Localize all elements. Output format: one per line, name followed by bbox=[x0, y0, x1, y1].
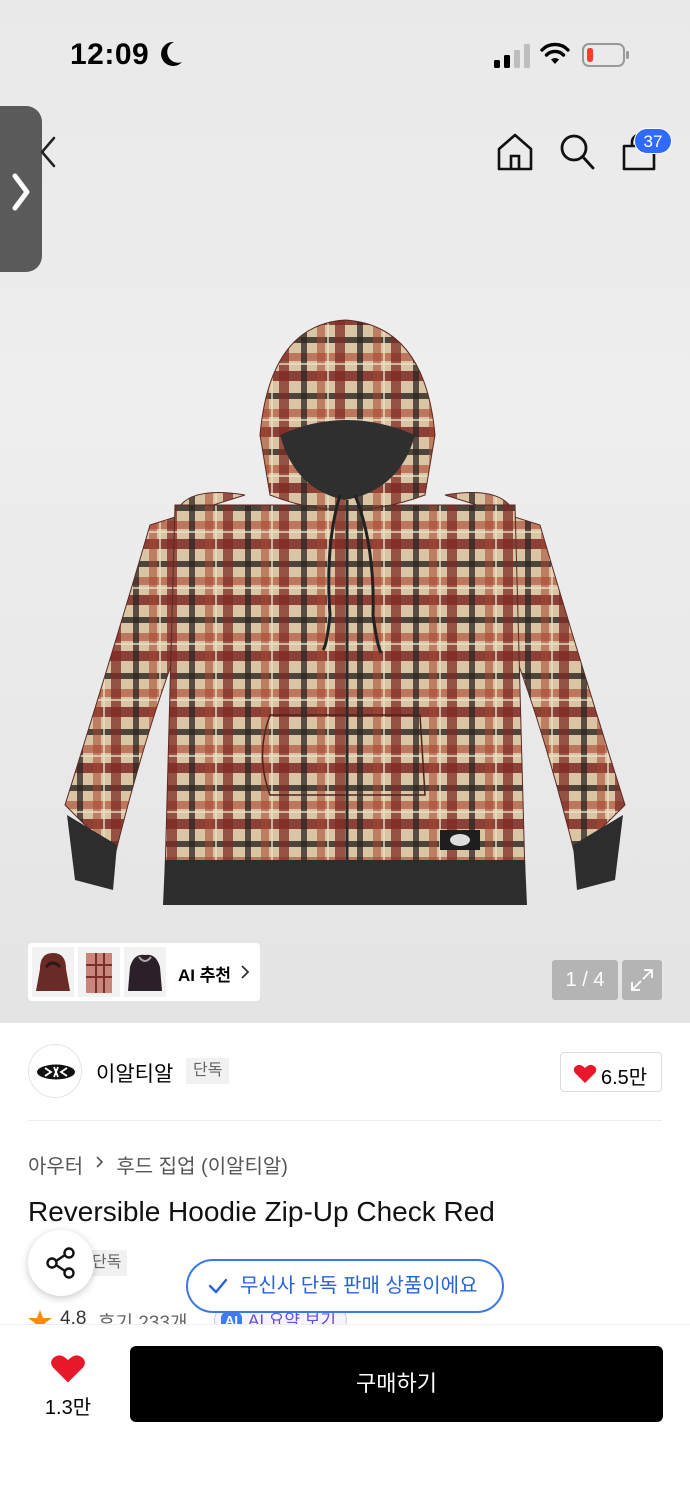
wishlist-count: 1.3만 bbox=[44, 1397, 92, 1419]
share-button[interactable] bbox=[28, 1230, 94, 1296]
product-title: Reversible Hoodie Zip-Up Check Red bbox=[28, 1196, 495, 1227]
ai-recommend-label: AI 추천 bbox=[178, 966, 232, 985]
moon-icon bbox=[161, 41, 182, 66]
heart-icon bbox=[51, 1355, 85, 1383]
ai-recommend-strip[interactable]: AI 추천 bbox=[28, 943, 260, 1001]
search-icon[interactable] bbox=[558, 132, 596, 172]
exclusive-badge: 단독 bbox=[186, 1058, 230, 1084]
back-chevron-icon[interactable] bbox=[36, 134, 60, 170]
expand-icon bbox=[631, 969, 653, 991]
battery-low-icon bbox=[582, 43, 629, 67]
product-gallery[interactable]: 12:09 37 AI 추천 1 / 4 bbox=[0, 0, 690, 1023]
divider bbox=[28, 1120, 662, 1121]
home-icon[interactable] bbox=[496, 132, 534, 172]
breadcrumb-item[interactable]: 후드 집업 (이알티알) bbox=[116, 1150, 288, 1179]
brand-logo-icon bbox=[37, 1064, 75, 1080]
top-nav: 37 bbox=[0, 120, 690, 190]
recommend-thumbnail[interactable] bbox=[78, 947, 120, 997]
toast-text: 무신사 단독 판매 상품이에요 bbox=[240, 1275, 478, 1297]
image-page-indicator: 1 / 4 bbox=[552, 960, 618, 1000]
breadcrumb-item[interactable]: 아우터 bbox=[28, 1150, 83, 1179]
cart-count-badge[interactable]: 37 bbox=[634, 128, 672, 154]
clock: 12:09 bbox=[70, 38, 150, 71]
product-image[interactable] bbox=[55, 315, 635, 910]
recommend-thumbnail[interactable] bbox=[124, 947, 166, 997]
exclusive-toast: 무신사 단독 판매 상품이에요 bbox=[186, 1259, 504, 1313]
bottom-action-bar: 1.3만 구매하기 bbox=[0, 1324, 690, 1500]
fullscreen-button[interactable] bbox=[622, 960, 662, 1000]
buy-button[interactable]: 구매하기 bbox=[130, 1346, 663, 1422]
status-bar: 12:09 bbox=[0, 0, 690, 110]
chevron-right-icon bbox=[241, 965, 250, 979]
breadcrumb: 아우터 후드 집업 (이알티알) bbox=[28, 1150, 288, 1179]
brand-name[interactable]: 이알티알 bbox=[96, 1058, 173, 1088]
heart-icon bbox=[573, 1064, 597, 1083]
recommend-thumbnail[interactable] bbox=[32, 947, 74, 997]
share-icon bbox=[46, 1247, 75, 1279]
wishlist-button[interactable]: 1.3만 bbox=[30, 1349, 106, 1419]
chevron-right-icon bbox=[95, 1153, 105, 1176]
check-icon bbox=[208, 1278, 228, 1294]
cellular-signal-icon bbox=[494, 44, 530, 68]
brand-like-count: 6.5만 bbox=[601, 1067, 648, 1089]
brand-logo[interactable] bbox=[28, 1044, 82, 1098]
brand-row: 이알티알 단독 6.5만 bbox=[0, 1040, 690, 1104]
wifi-icon bbox=[540, 42, 570, 64]
brand-like-button[interactable]: 6.5만 bbox=[560, 1052, 662, 1092]
